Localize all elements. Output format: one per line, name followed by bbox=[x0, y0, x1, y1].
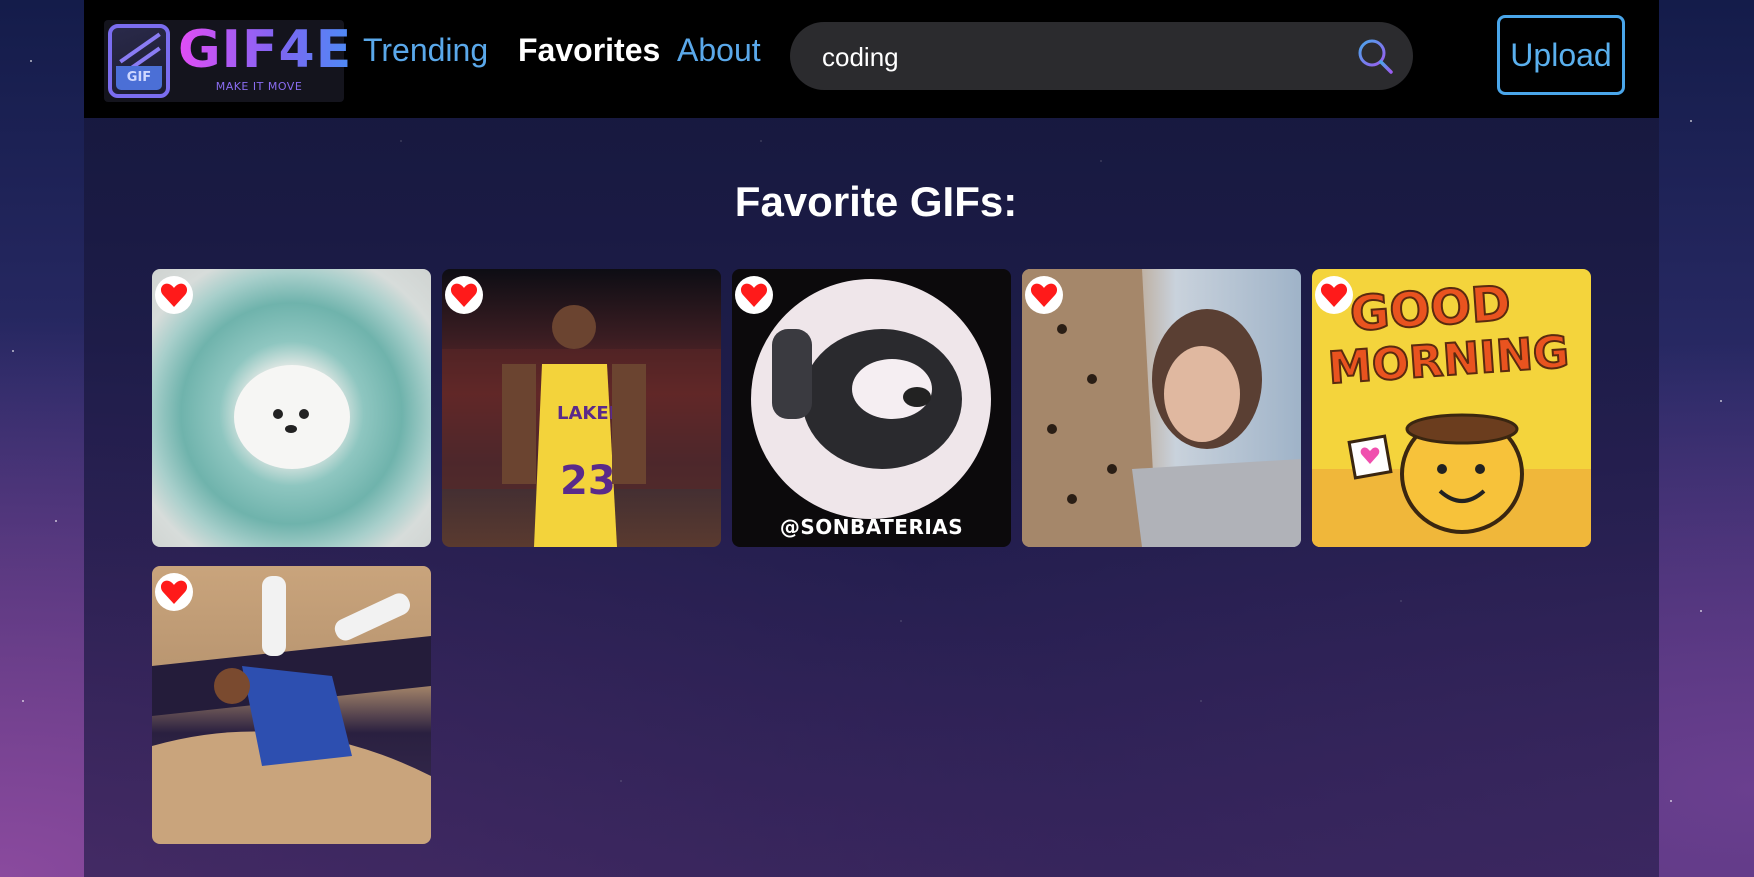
gif-card[interactable]: LAKERS 23 bbox=[442, 269, 721, 547]
favorite-heart-icon[interactable] bbox=[1315, 276, 1353, 314]
logo-wordmark: GIF4E bbox=[178, 20, 353, 80]
favorite-heart-icon[interactable] bbox=[735, 276, 773, 314]
gif-text-good: GOOD bbox=[1347, 274, 1513, 343]
gif-image-cheetah-woman bbox=[1022, 269, 1301, 547]
gif-image-dog bbox=[152, 269, 431, 547]
favorite-heart-icon[interactable] bbox=[1025, 276, 1063, 314]
logo[interactable]: GIF GIF4E MAKE IT MOVE bbox=[104, 20, 351, 102]
gif-image-falling-player bbox=[152, 566, 431, 844]
gif-image-raccoon bbox=[732, 269, 1011, 547]
search-input[interactable] bbox=[820, 22, 1344, 92]
nav-trending-link[interactable]: Trending bbox=[363, 32, 488, 69]
search-icon[interactable] bbox=[1355, 36, 1395, 76]
logo-badge: GIF bbox=[116, 66, 162, 90]
gif-caption: @SONBATERIAS bbox=[779, 515, 964, 539]
gif-card[interactable]: @SONBATERIAS bbox=[732, 269, 1011, 547]
logo-tagline: MAKE IT MOVE bbox=[215, 80, 303, 93]
favorite-heart-icon[interactable] bbox=[155, 276, 193, 314]
nav-favorites-link[interactable]: Favorites bbox=[518, 32, 660, 69]
gif-card[interactable]: GOOD MORNING bbox=[1312, 269, 1591, 547]
gif-card[interactable] bbox=[152, 566, 431, 844]
gif-card[interactable] bbox=[1022, 269, 1301, 547]
favorite-heart-icon[interactable] bbox=[445, 276, 483, 314]
favorite-heart-icon[interactable] bbox=[155, 573, 193, 611]
search-bar bbox=[790, 22, 1413, 92]
nav-about-link[interactable]: About bbox=[677, 32, 761, 69]
upload-button[interactable]: Upload bbox=[1497, 15, 1625, 95]
gif-image-basketball-player: LAKERS 23 bbox=[442, 269, 721, 547]
gif-card[interactable] bbox=[152, 269, 431, 547]
svg-text:23: 23 bbox=[560, 458, 616, 504]
page-title: Favorite GIFs: bbox=[734, 178, 1018, 225]
logo-gif-icon: GIF bbox=[108, 24, 170, 98]
